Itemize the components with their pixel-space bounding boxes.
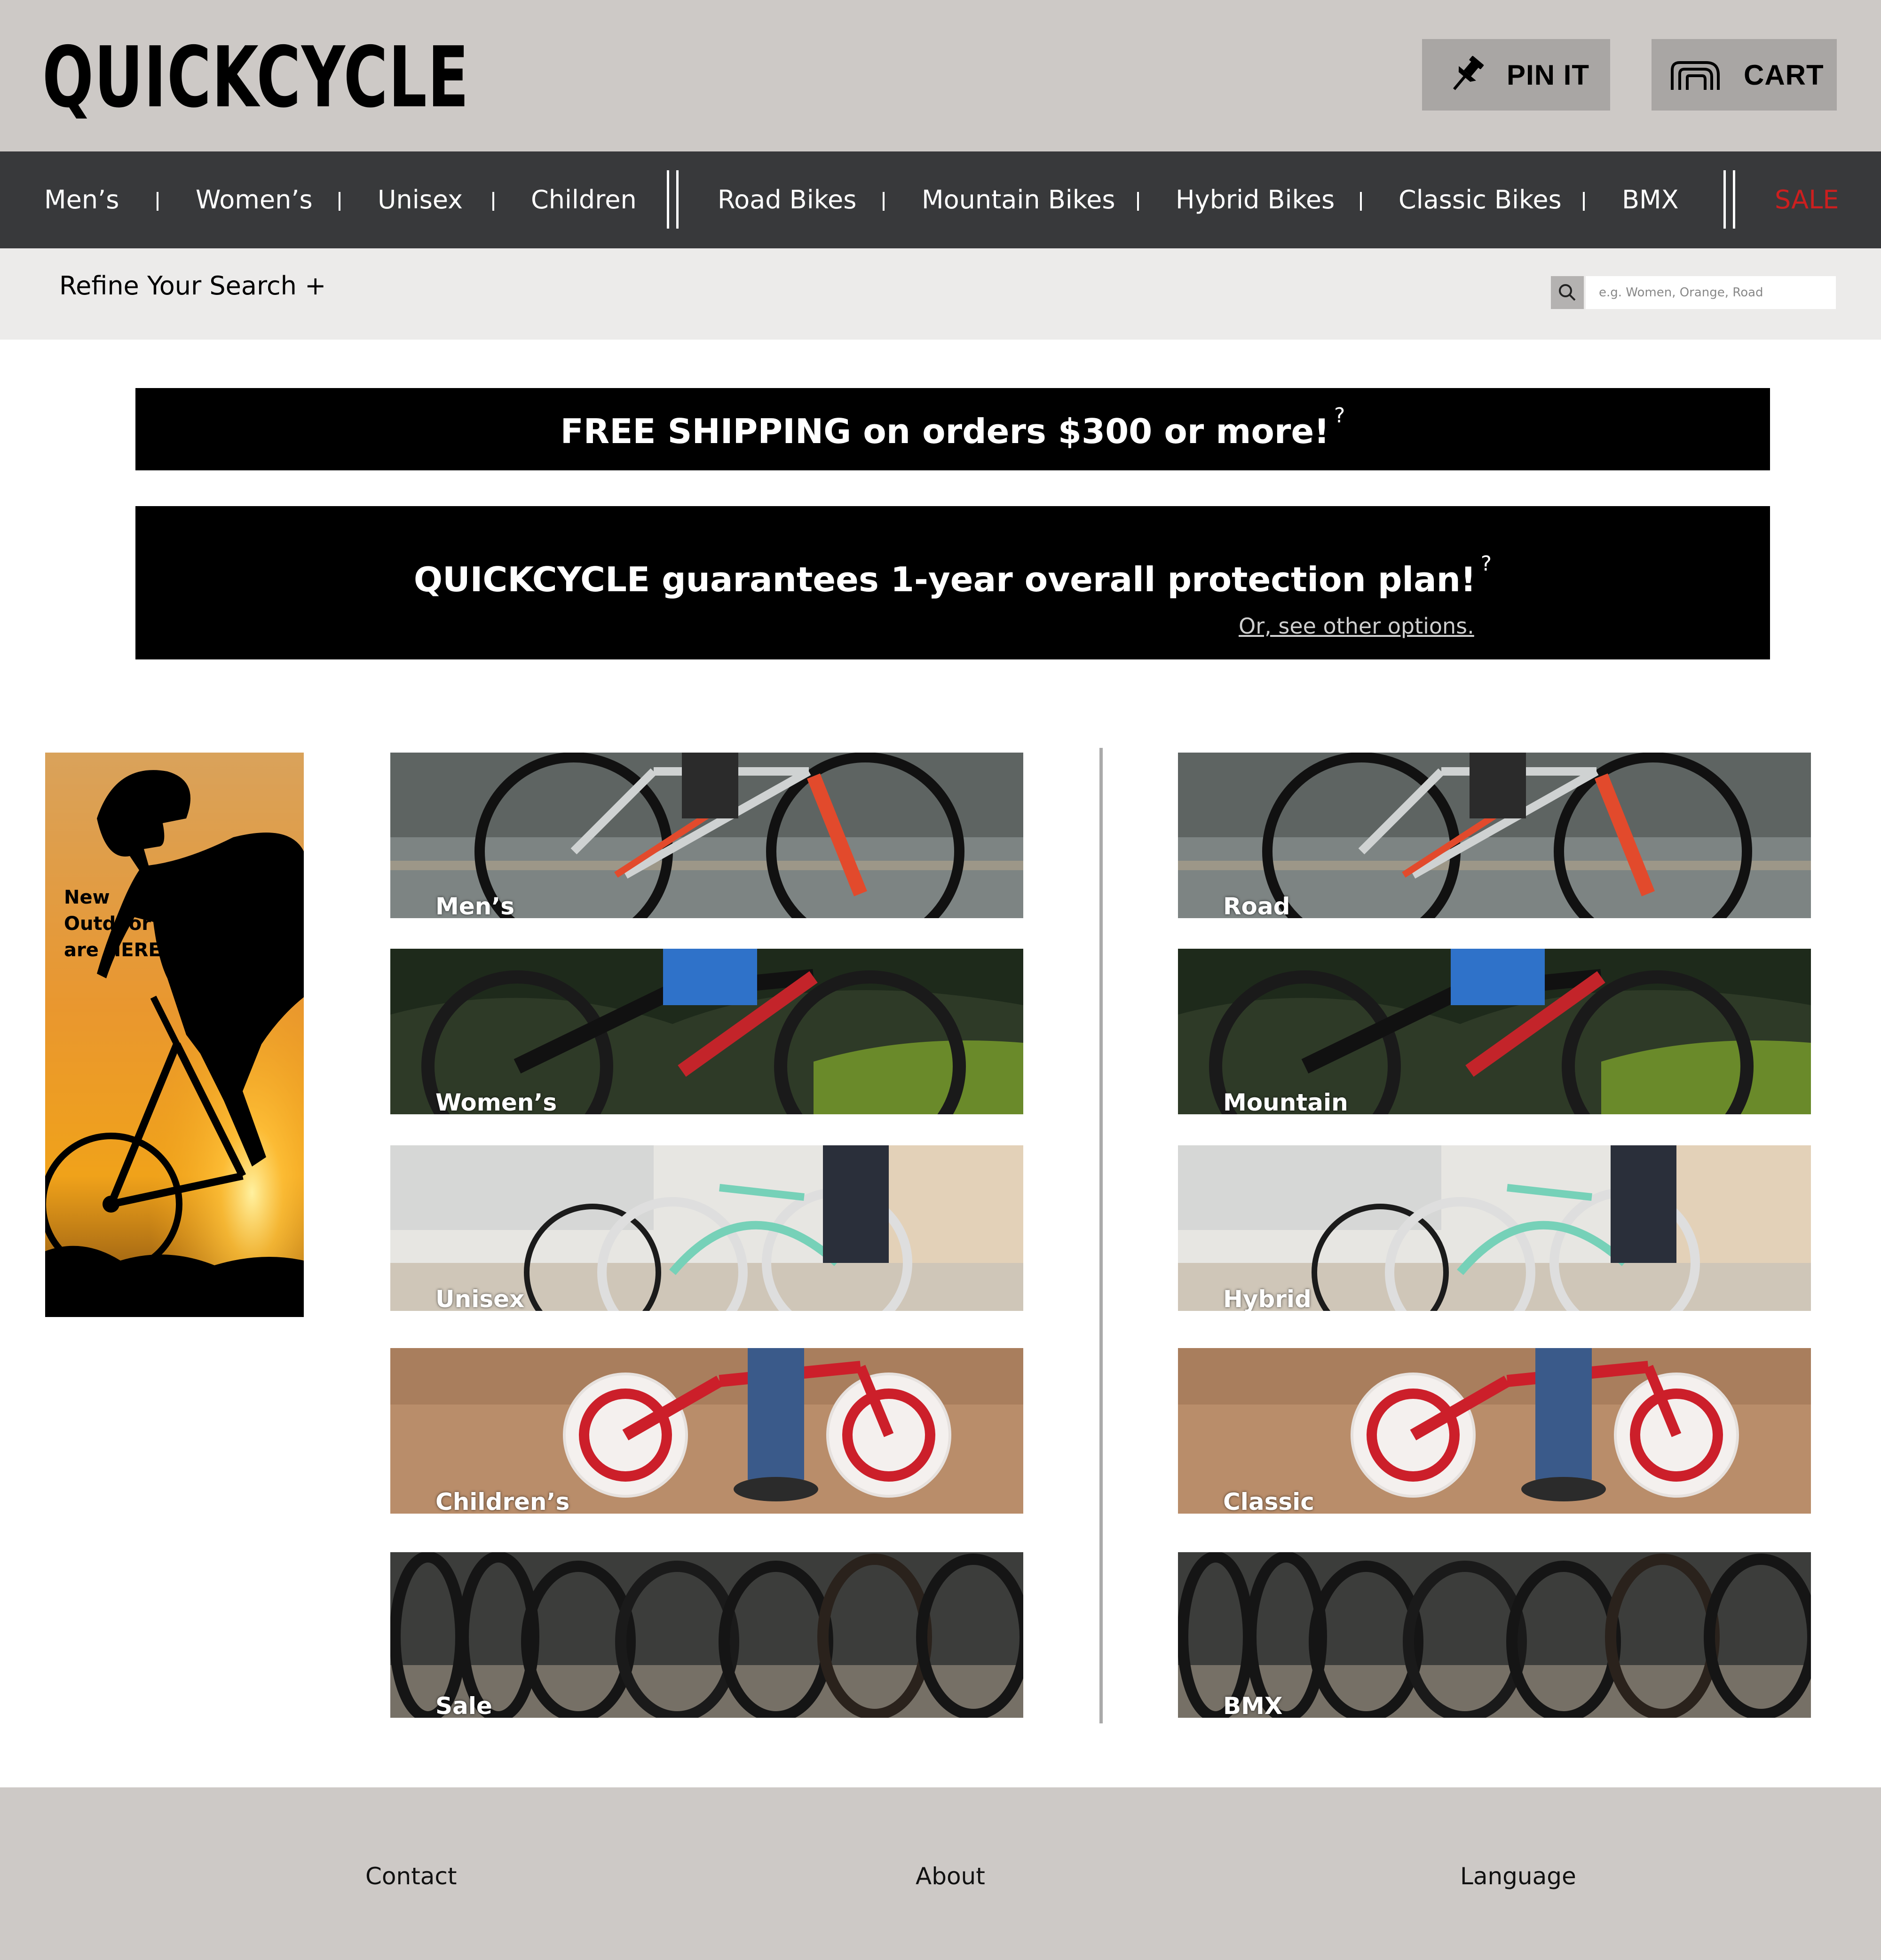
nav-group-divider xyxy=(1723,170,1726,229)
search-icon[interactable] xyxy=(1551,276,1584,309)
nav-item-mens[interactable]: Men’s xyxy=(44,151,119,248)
nav-item-classic-bikes[interactable]: Classic Bikes xyxy=(1399,151,1562,248)
outdoor-bikes-ad[interactable]: New Outdoor Bikes are HERE! xyxy=(45,753,304,1317)
shipping-help-icon[interactable]: ? xyxy=(1334,404,1345,428)
category-tile-childrens[interactable]: Children’s xyxy=(390,1348,1023,1514)
ad-line: Outdoor Bikes xyxy=(64,913,214,935)
category-nav: Men’s Women’s Unisex Children Road Bikes… xyxy=(0,151,1881,248)
nav-separator xyxy=(1137,192,1139,211)
site-header: QUICKCYCLE PIN IT CART xyxy=(0,0,1881,151)
cart-icon xyxy=(1669,56,1721,94)
nav-item-road-bikes[interactable]: Road Bikes xyxy=(718,151,856,248)
nav-separator xyxy=(1360,192,1362,211)
nav-item-sale[interactable]: SALE xyxy=(1775,151,1839,248)
nav-separator xyxy=(1583,192,1585,211)
ad-line: are HERE! xyxy=(64,939,170,961)
category-tile-womens[interactable]: Women’s xyxy=(390,949,1023,1114)
category-tile-bmx[interactable]: BMX xyxy=(1178,1552,1811,1718)
tile-label: Women’s xyxy=(435,1089,557,1114)
free-shipping-banner: FREE SHIPPING on orders $300 or more!? xyxy=(135,388,1770,470)
category-tile-sale[interactable]: Sale xyxy=(390,1552,1023,1718)
nav-separator xyxy=(492,192,494,211)
category-tile-hybrid[interactable]: Hybrid xyxy=(1178,1145,1811,1311)
pin-it-button[interactable]: PIN IT xyxy=(1422,39,1610,111)
nav-item-hybrid-bikes[interactable]: Hybrid Bikes xyxy=(1176,151,1335,248)
category-tile-mountain[interactable]: Mountain xyxy=(1178,949,1811,1114)
category-tile-road[interactable]: Road xyxy=(1178,753,1811,918)
category-tile-classic[interactable]: Classic xyxy=(1178,1348,1811,1514)
refine-search-toggle[interactable]: Refine Your Search + xyxy=(59,271,326,301)
tile-label: Classic xyxy=(1223,1488,1314,1514)
nav-item-children[interactable]: Children xyxy=(531,151,637,248)
nav-item-mountain-bikes[interactable]: Mountain Bikes xyxy=(922,151,1115,248)
nav-separator xyxy=(883,192,885,211)
cart-label: CART xyxy=(1744,59,1824,91)
sunset-rider-image xyxy=(45,753,304,1317)
tile-label: Mountain xyxy=(1223,1089,1348,1114)
tile-label: Children’s xyxy=(435,1488,570,1514)
tile-label: Men’s xyxy=(435,893,515,918)
tile-label: Hybrid xyxy=(1223,1286,1312,1311)
tile-label: Road xyxy=(1223,893,1290,918)
protection-plan-banner: QUICKCYCLE guarantees 1-year overall pro… xyxy=(135,506,1770,659)
tile-label: Sale xyxy=(435,1692,492,1718)
free-shipping-text: FREE SHIPPING on orders $300 or more! xyxy=(560,412,1330,451)
site-logo[interactable]: QUICKCYCLE xyxy=(42,33,469,122)
protection-help-icon[interactable]: ? xyxy=(1481,552,1492,576)
nav-item-unisex[interactable]: Unisex xyxy=(378,151,463,248)
protection-plan-text: QUICKCYCLE guarantees 1-year overall pro… xyxy=(413,560,1476,599)
nav-item-womens[interactable]: Women’s xyxy=(196,151,313,248)
footer-contact-link[interactable]: Contact xyxy=(365,1863,457,1890)
tile-label: Unisex xyxy=(435,1286,525,1311)
refine-search-bar: Refine Your Search + xyxy=(0,248,1881,340)
cart-button[interactable]: CART xyxy=(1652,39,1837,111)
ad-line: New xyxy=(64,887,110,908)
nav-separator xyxy=(157,192,158,211)
ad-text: New Outdoor Bikes are HERE! xyxy=(64,884,214,963)
nav-separator xyxy=(339,192,340,211)
pushpin-icon xyxy=(1445,53,1488,96)
nav-item-bmx[interactable]: BMX xyxy=(1622,151,1679,248)
tile-label: BMX xyxy=(1223,1692,1283,1718)
footer-about-link[interactable]: About xyxy=(916,1863,985,1890)
nav-group-divider xyxy=(667,170,669,229)
category-tile-unisex[interactable]: Unisex xyxy=(390,1145,1023,1311)
category-tile-mens[interactable]: Men’s xyxy=(390,753,1023,918)
other-options-link[interactable]: Or, see other options. xyxy=(1239,613,1474,639)
site-footer: Contact About Language xyxy=(0,1787,1881,1960)
search-input[interactable] xyxy=(1586,276,1836,309)
nav-group-divider xyxy=(676,170,679,229)
pin-it-label: PIN IT xyxy=(1507,59,1590,91)
footer-language-link[interactable]: Language xyxy=(1460,1863,1576,1890)
nav-group-divider xyxy=(1733,170,1735,229)
column-divider xyxy=(1099,748,1103,1723)
